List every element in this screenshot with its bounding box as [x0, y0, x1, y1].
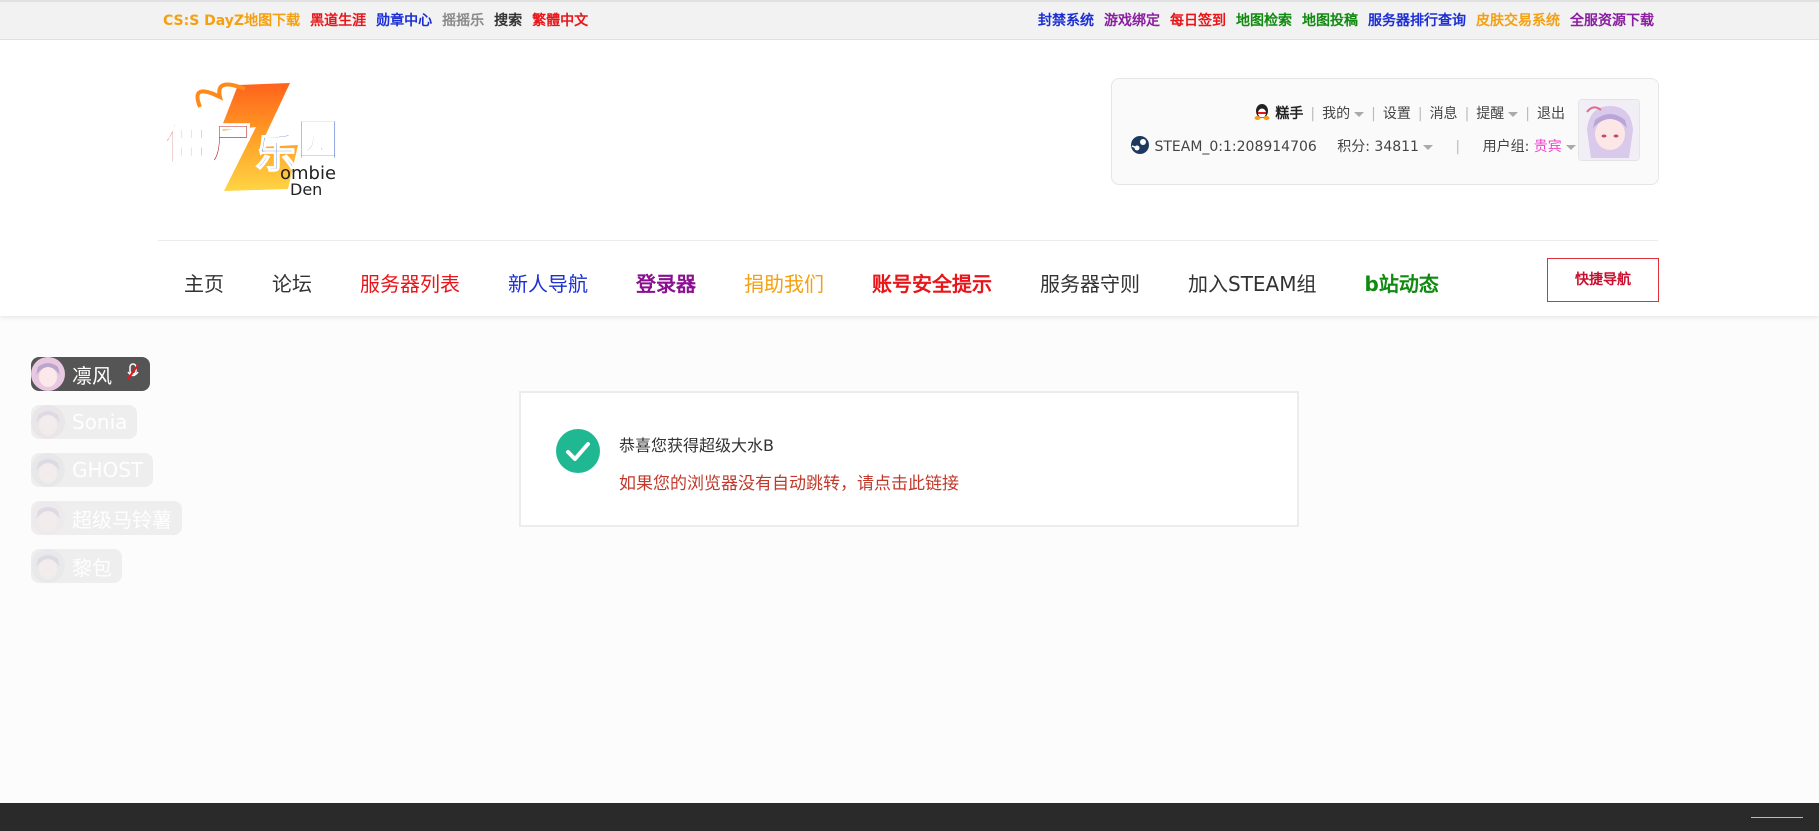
top-link[interactable]: 皮肤交易系统	[1476, 13, 1560, 29]
voice-avatar	[31, 357, 65, 391]
top-link[interactable]: 全服资源下载	[1570, 13, 1654, 29]
menu-logout[interactable]: 退出	[1537, 106, 1565, 122]
nav-item[interactable]: 论坛	[272, 272, 312, 296]
steam-icon	[1130, 135, 1150, 159]
top-link[interactable]: CS:S DayZ地图下载	[163, 13, 300, 29]
voice-avatar	[31, 549, 65, 583]
quick-nav-button[interactable]: 快捷导航	[1547, 258, 1659, 302]
voice-user[interactable]: Sonia	[31, 405, 138, 439]
redirect-link[interactable]: 如果您的浏览器没有自动跳转，请点击此链接	[619, 469, 959, 494]
footer-bar	[0, 803, 1819, 831]
top-link[interactable]: 勋章中心	[376, 13, 432, 29]
main-nav: 主页 论坛 服务器列表 新人导航 登录器 捐助我们 账号安全提示 服务器守则 加入STEAM组 b…	[184, 268, 1487, 297]
nav-divider	[158, 240, 1658, 241]
username[interactable]: 糕手	[1275, 106, 1303, 122]
nav-item[interactable]: 新人导航	[508, 272, 588, 296]
check-icon	[556, 429, 600, 473]
top-link[interactable]: 游戏绑定	[1104, 13, 1160, 29]
voice-user[interactable]: 黎包	[31, 549, 122, 583]
top-link[interactable]: 繁體中文	[532, 13, 588, 29]
footer-line	[1751, 817, 1803, 818]
site-logo[interactable]: 僵 尸 乐 园 ombie Den	[160, 77, 360, 199]
menu-messages[interactable]: 消息	[1430, 106, 1458, 122]
top-link[interactable]: 服务器排行查询	[1368, 13, 1466, 29]
top-link[interactable]: 搜索	[494, 13, 522, 29]
caret-down-icon	[1508, 111, 1519, 117]
svg-text:尸: 尸	[210, 119, 254, 170]
voice-user[interactable]: 超级马铃薯	[31, 501, 182, 535]
mic-off-icon[interactable]	[126, 362, 140, 386]
voice-user-name: Sonia	[72, 410, 128, 434]
svg-text:僵: 僵	[164, 119, 208, 170]
voice-user-name: GHOST	[72, 458, 144, 482]
message-title: 恭喜您获得超级大水B	[619, 436, 774, 455]
svg-text:园: 园	[296, 115, 340, 166]
site-header: 僵 尸 乐 园 ombie Den 糕手 | 我的 | 设置 | 消息 | 提醒 | 退出 STEA…	[0, 40, 1819, 316]
top-link[interactable]: 地图投稿	[1302, 13, 1358, 29]
nav-item[interactable]: 加入STEAM组	[1188, 272, 1317, 296]
nav-item[interactable]: 主页	[184, 272, 224, 296]
voice-avatar	[31, 405, 65, 439]
voice-user-name: 凛风	[72, 363, 112, 388]
top-links-right: 封禁系统 游戏绑定 每日签到 地图检索 地图投稿 服务器排行查询 皮肤交易系统 全服资源下载	[1028, 10, 1654, 30]
voice-avatar	[31, 453, 65, 487]
voice-user-name: 超级马铃薯	[72, 507, 172, 532]
top-link[interactable]: 每日签到	[1170, 13, 1226, 29]
nav-item[interactable]: 捐助我们	[744, 272, 824, 296]
user-stats-row: STEAM_0:1:208914706 积分: 34811 | 用户组: 贵宾	[1130, 135, 1576, 159]
top-links-left: CS:S DayZ地图下载 黑道生涯 勋章中心 摇摇乐 搜索 繁體中文	[163, 10, 598, 30]
user-menu-row: 糕手 | 我的 | 设置 | 消息 | 提醒 | 退出	[1253, 103, 1565, 125]
caret-down-icon	[1565, 144, 1576, 150]
top-link[interactable]: 摇摇乐	[442, 13, 484, 29]
group-value[interactable]: 贵宾	[1534, 139, 1562, 155]
nav-item[interactable]: 服务器列表	[360, 272, 460, 296]
voice-user[interactable]: GHOST	[31, 453, 154, 487]
svg-text:Den: Den	[290, 180, 322, 197]
voice-user-name: 黎包	[72, 555, 112, 580]
caret-down-icon	[1354, 111, 1365, 117]
voice-user[interactable]: 凛风	[31, 357, 150, 391]
top-link[interactable]: 地图检索	[1236, 13, 1292, 29]
steam-id: STEAM_0:1:208914706	[1154, 139, 1317, 155]
caret-down-icon	[1422, 144, 1433, 150]
menu-settings[interactable]: 设置	[1383, 106, 1411, 122]
menu-reminders[interactable]: 提醒	[1476, 106, 1504, 122]
top-link[interactable]: 封禁系统	[1038, 13, 1094, 29]
menu-mine[interactable]: 我的	[1322, 106, 1350, 122]
voice-avatar	[31, 501, 65, 535]
nav-item[interactable]: 账号安全提示	[872, 272, 992, 296]
group-label: 用户组:	[1482, 139, 1534, 155]
points[interactable]: 积分: 34811	[1337, 139, 1419, 155]
nav-item[interactable]: b站动态	[1365, 272, 1439, 296]
qq-icon	[1253, 103, 1271, 125]
nav-item[interactable]: 服务器守则	[1040, 272, 1140, 296]
top-link[interactable]: 黑道生涯	[310, 13, 366, 29]
message-box: 恭喜您获得超级大水B 如果您的浏览器没有自动跳转，请点击此链接	[519, 391, 1299, 527]
nav-item[interactable]: 登录器	[636, 272, 696, 296]
user-panel: 糕手 | 我的 | 设置 | 消息 | 提醒 | 退出 STEAM_0:1:208914706 积分…	[1111, 78, 1659, 185]
avatar[interactable]	[1578, 99, 1640, 161]
top-link-bar: CS:S DayZ地图下载 黑道生涯 勋章中心 摇摇乐 搜索 繁體中文 封禁系统 游戏绑定每…	[0, 0, 1819, 40]
